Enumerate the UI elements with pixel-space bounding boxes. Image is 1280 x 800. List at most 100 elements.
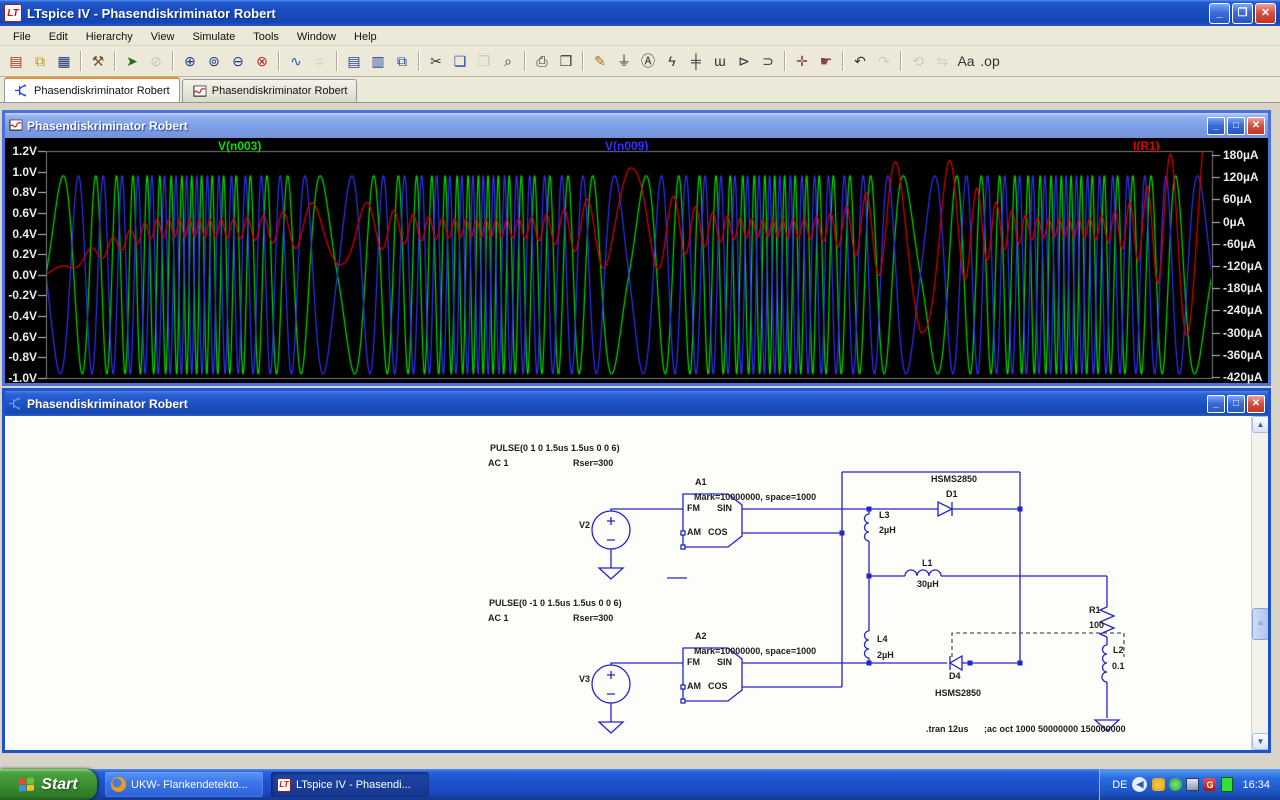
component-icon[interactable]: ⊃ xyxy=(756,49,780,73)
menu-file[interactable]: File xyxy=(4,29,40,45)
d4-name-label[interactable]: D4 xyxy=(949,671,961,681)
open-file-icon[interactable]: ⧉ xyxy=(28,49,52,73)
language-indicator[interactable]: DE xyxy=(1112,779,1127,791)
ground-symbol[interactable] xyxy=(599,568,623,579)
resistor-icon[interactable]: ϟ xyxy=(660,49,684,73)
v2-ac-text[interactable]: AC 1 xyxy=(488,458,509,468)
tile-vertical-icon[interactable]: ▥ xyxy=(366,49,390,73)
schematic-canvas[interactable]: PULSE(0 1 0 1.5us 1.5us 0 0 6) AC 1 Rser… xyxy=(5,416,1268,750)
a1-params-text[interactable]: Mark=10000000, space=1000 xyxy=(694,492,816,502)
minimize-button[interactable]: _ xyxy=(1207,117,1225,135)
voltage-source-v2[interactable] xyxy=(592,511,630,549)
l2-value-label[interactable]: 0.1 xyxy=(1112,661,1125,671)
print-preview-icon[interactable]: ❒ xyxy=(554,49,578,73)
vertical-scrollbar[interactable]: ▲ ≡ ▼ xyxy=(1251,416,1268,750)
redo-icon[interactable]: ↷ xyxy=(872,49,896,73)
print-icon[interactable]: ⎙ xyxy=(530,49,554,73)
network-status-icon[interactable] xyxy=(1169,778,1182,791)
diode-d1[interactable] xyxy=(938,502,952,516)
paste-icon[interactable]: ❐ xyxy=(472,49,496,73)
trace-label-ir1[interactable]: I(R1) xyxy=(1133,139,1160,153)
ac-directive-text[interactable]: ;ac oct 1000 50000000 150000000 xyxy=(984,724,1126,734)
ground-symbol[interactable] xyxy=(599,722,623,733)
d1-name-label[interactable]: D1 xyxy=(946,489,958,499)
waveform-window-title-bar[interactable]: Phasendiskriminator Robert _ □ ✕ xyxy=(5,113,1268,138)
start-button[interactable]: Start xyxy=(0,769,97,800)
menu-tools[interactable]: Tools xyxy=(244,29,288,45)
l2-name-label[interactable]: L2 xyxy=(1113,645,1124,655)
d4-model-label[interactable]: HSMS2850 xyxy=(935,688,981,698)
taskbar-item-firefox[interactable]: UKW- Flankendetekto... xyxy=(105,772,263,797)
tile-horizontal-icon[interactable]: ▤ xyxy=(342,49,366,73)
trace-label-vn003[interactable]: V(n003) xyxy=(218,139,261,153)
taskbar-item-ltspice[interactable]: LT LTspice IV - Phasendi... xyxy=(271,772,429,797)
inductor-l2[interactable] xyxy=(1102,645,1107,682)
inductor-l3[interactable] xyxy=(865,509,870,541)
waveform-plot-area[interactable]: V(n003)V(n009)I(R1) 1.2V1.0V0.8V0.6V0.4V… xyxy=(5,138,1268,383)
save-icon[interactable]: ▦ xyxy=(52,49,76,73)
voltage-source-v3[interactable] xyxy=(592,665,630,703)
security-center-icon[interactable] xyxy=(1152,778,1165,791)
zoom-out-icon[interactable]: ⊖ xyxy=(226,49,250,73)
l1-name-label[interactable]: L1 xyxy=(922,558,933,568)
find-icon[interactable]: ⌕ xyxy=(496,49,520,73)
net-label-icon[interactable]: Ⓐ xyxy=(636,49,660,73)
control-panel-icon[interactable]: ⚒ xyxy=(86,49,110,73)
maximize-button[interactable]: □ xyxy=(1227,117,1245,135)
v3-pulse-text[interactable]: PULSE(0 -1 0 1.5us 1.5us 0 0 6) xyxy=(489,598,622,608)
mirror-icon[interactable]: ⇋ xyxy=(930,49,954,73)
close-button[interactable]: ✕ xyxy=(1247,117,1265,135)
undo-icon[interactable]: ↶ xyxy=(848,49,872,73)
zoom-area-icon[interactable]: ⊚ xyxy=(202,49,226,73)
a2-name-label[interactable]: A2 xyxy=(695,631,707,641)
r1-value-label[interactable]: 100 xyxy=(1089,620,1104,630)
menu-simulate[interactable]: Simulate xyxy=(183,29,244,45)
tray-collapse-icon[interactable]: ◀ xyxy=(1132,777,1147,792)
new-schematic-icon[interactable]: ▤ xyxy=(4,49,28,73)
v3-name-label[interactable]: V3 xyxy=(579,674,590,684)
l1-value-label[interactable]: 30µH xyxy=(917,579,939,589)
zoom-in-icon[interactable]: ⊕ xyxy=(178,49,202,73)
ground-icon[interactable]: ⏚ xyxy=(612,49,636,73)
l4-name-label[interactable]: L4 xyxy=(877,634,888,644)
menu-window[interactable]: Window xyxy=(288,29,345,45)
menu-hierarchy[interactable]: Hierarchy xyxy=(77,29,142,45)
scroll-down-button[interactable]: ▼ xyxy=(1252,733,1268,750)
spice-directive-icon[interactable]: .op xyxy=(978,49,1002,73)
battery-indicator[interactable] xyxy=(1221,777,1233,792)
run-icon[interactable]: ➤ xyxy=(120,49,144,73)
move-icon[interactable]: ✛ xyxy=(790,49,814,73)
v2-pulse-text[interactable]: PULSE(0 1 0 1.5us 1.5us 0 0 6) xyxy=(490,443,620,453)
schematic-window-title-bar[interactable]: Phasendiskriminator Robert _ □ ✕ xyxy=(5,391,1268,416)
halt-icon[interactable]: ⊘ xyxy=(144,49,168,73)
v3-rser-text[interactable]: Rser=300 xyxy=(573,613,613,623)
diode-icon[interactable]: ⊳ xyxy=(732,49,756,73)
menu-edit[interactable]: Edit xyxy=(40,29,77,45)
menu-help[interactable]: Help xyxy=(345,29,386,45)
minimize-button[interactable]: _ xyxy=(1207,395,1225,413)
autorange-icon[interactable]: ∿ xyxy=(284,49,308,73)
restore-button[interactable]: ❐ xyxy=(1232,3,1253,24)
tab-schematic[interactable]: Phasendiskriminator Robert xyxy=(4,77,180,102)
trace-label-vn009[interactable]: V(n009) xyxy=(605,139,648,153)
wire-icon[interactable]: ✎ xyxy=(588,49,612,73)
scroll-up-button[interactable]: ▲ xyxy=(1252,416,1268,433)
v3-ac-text[interactable]: AC 1 xyxy=(488,613,509,623)
rotate-icon[interactable]: ⟲ xyxy=(906,49,930,73)
cascade-windows-icon[interactable]: ⧉ xyxy=(390,49,414,73)
clock[interactable]: 16:34 xyxy=(1242,779,1270,791)
inductor-l4[interactable] xyxy=(865,631,870,658)
zoom-extents-icon[interactable]: ⊗ xyxy=(250,49,274,73)
copy-icon[interactable]: ❏ xyxy=(448,49,472,73)
maximize-button[interactable]: □ xyxy=(1227,395,1245,413)
minimize-button[interactable]: _ xyxy=(1209,3,1230,24)
l4-value-label[interactable]: 2µH xyxy=(877,650,894,660)
cut-icon[interactable]: ✂ xyxy=(424,49,448,73)
r1-name-label[interactable]: R1 xyxy=(1089,605,1101,615)
v2-rser-text[interactable]: Rser=300 xyxy=(573,458,613,468)
inductor-l1[interactable] xyxy=(905,570,941,576)
v2-name-label[interactable]: V2 xyxy=(579,520,590,530)
waveform-canvas[interactable] xyxy=(5,138,1268,383)
close-button[interactable]: ✕ xyxy=(1247,395,1265,413)
l3-name-label[interactable]: L3 xyxy=(879,510,890,520)
